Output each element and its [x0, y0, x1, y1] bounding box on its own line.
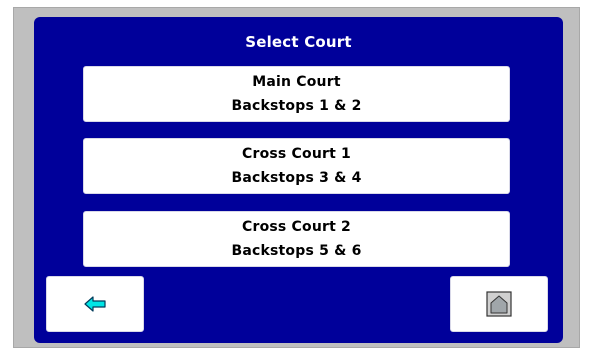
court-backstops-label: Backstops 1 & 2	[231, 98, 362, 114]
page-title: Select Court	[245, 33, 352, 51]
court-name-label: Main Court	[252, 74, 341, 90]
main-court-button[interactable]: Main Court Backstops 1 & 2	[83, 66, 510, 122]
court-name-label: Cross Court 2	[241, 219, 351, 235]
back-button[interactable]	[46, 276, 144, 332]
left-arrow-icon	[84, 296, 106, 312]
court-backstops-label: Backstops 3 & 4	[231, 170, 362, 186]
home-button[interactable]	[450, 276, 548, 332]
court-name-label: Cross Court 1	[241, 146, 351, 162]
cross-court-1-button[interactable]: Cross Court 1 Backstops 3 & 4	[83, 138, 510, 194]
court-backstops-label: Backstops 5 & 6	[231, 243, 362, 259]
home-icon	[486, 291, 512, 317]
court-select-screen: Select Court Main Court Backstops 1 & 2 …	[34, 17, 563, 343]
cross-court-2-button[interactable]: Cross Court 2 Backstops 5 & 6	[83, 211, 510, 267]
